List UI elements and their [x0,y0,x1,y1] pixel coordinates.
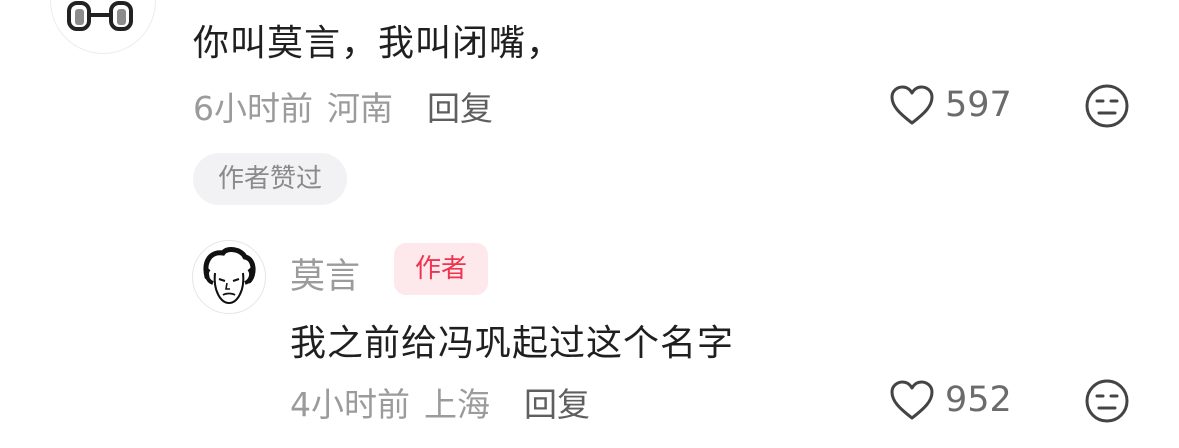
reply-meta: 4小时前 上海 回复 [290,378,590,426]
heart-outline-icon [890,380,934,420]
comment-time: 6小时前 [193,89,313,128]
comment-text: 你叫莫言，我叫闭嘴， [193,23,564,64]
commenter-avatar[interactable] [50,0,156,54]
reply-username[interactable]: 莫言 [290,248,360,299]
reply-like-button[interactable]: 952 [889,379,1012,421]
reply-dislike-button[interactable] [1084,378,1130,428]
comment-like-count: 597 [945,85,1012,125]
author-badge: 作者 [394,243,488,295]
comment-reply-button[interactable]: 回复 [427,82,493,130]
unamused-face-icon [1085,84,1129,128]
reply-author-avatar[interactable] [192,240,266,314]
reply-location: 上海 [424,385,490,424]
unamused-face-icon [1085,379,1129,423]
reply-reply-button[interactable]: 回复 [524,378,590,426]
comment-dislike-button[interactable] [1084,83,1130,133]
reply-time: 4小时前 [290,385,410,424]
heart-outline-icon [890,85,934,125]
comment-location: 河南 [327,89,393,128]
author-liked-tag: 作者赞过 [193,153,347,205]
reply-text: 我之前给冯巩起过这个名字 [290,323,735,364]
reply-like-count: 952 [945,380,1012,420]
comment-thread: 你叫莫言，我叫闭嘴， 6小时前 河南 回复 597 作者赞过 莫言 作者 我之前… [0,0,1179,448]
comment-meta: 6小时前 河南 回复 [193,82,493,130]
comment-like-button[interactable]: 597 [889,84,1012,126]
